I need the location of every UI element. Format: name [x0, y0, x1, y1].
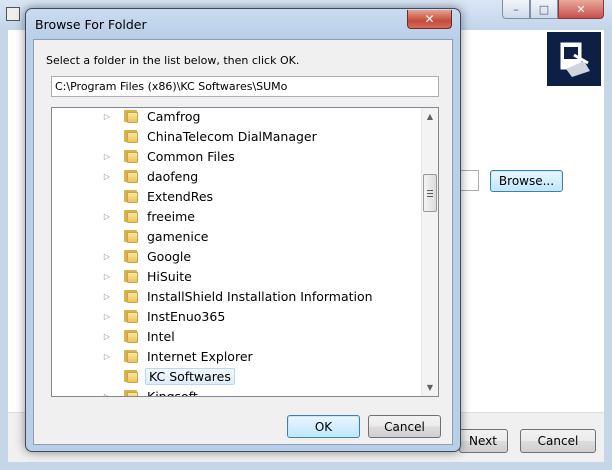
- dialog-title: Browse For Folder: [35, 17, 147, 32]
- browse-folder-dialog: Browse For Folder ✕ Select a folder in t…: [25, 8, 461, 452]
- folder-label: Camfrog: [147, 108, 201, 124]
- close-icon: ✕: [576, 2, 586, 16]
- expand-arrow-icon: [102, 226, 112, 246]
- folder-icon: [123, 249, 139, 263]
- folder-label: Intel: [147, 328, 175, 344]
- close-icon: ✕: [424, 12, 435, 26]
- folder-icon: [123, 289, 139, 303]
- minimize-button[interactable]: –: [502, 0, 530, 19]
- folder-tree-item[interactable]: KC Softwares: [52, 366, 422, 386]
- folder-tree-item[interactable]: gamenice: [52, 226, 422, 246]
- folder-label: Common Files: [147, 148, 235, 164]
- dialog-instruction: Select a folder in the list below, then …: [46, 54, 300, 67]
- folder-label: freeime: [147, 208, 195, 224]
- expand-arrow-icon: [102, 366, 112, 386]
- folder-icon: [123, 229, 139, 243]
- maximize-icon: □: [538, 2, 550, 16]
- dialog-body: Select a folder in the list below, then …: [33, 39, 453, 445]
- folder-tree[interactable]: ▷ Camfrog ChinaTelecom DialManager ▷ Common …: [51, 107, 439, 397]
- arrow-down-icon: ▼: [426, 383, 434, 392]
- folder-icon: [123, 169, 139, 183]
- browse-button[interactable]: Browse...: [490, 170, 563, 192]
- folder-label: HiSuite: [147, 268, 192, 284]
- expand-arrow-icon[interactable]: ▷: [102, 286, 112, 306]
- expand-arrow-icon[interactable]: ▷: [102, 108, 112, 126]
- folder-icon: [123, 309, 139, 323]
- folder-label: ChinaTelecom DialManager: [147, 128, 317, 144]
- folder-label: gamenice: [147, 228, 209, 244]
- folder-tree-item[interactable]: ExtendRes: [52, 186, 422, 206]
- folder-label: daofeng: [147, 168, 199, 184]
- folder-icon: [123, 109, 139, 123]
- installer-logo-icon: [560, 42, 590, 77]
- arrow-up-icon: ▲: [426, 112, 434, 121]
- next-button[interactable]: Next: [459, 429, 508, 453]
- expand-arrow-icon[interactable]: ▷: [102, 166, 112, 186]
- folder-icon: [123, 349, 139, 363]
- selected-path-field[interactable]: C:\Program Files (x86)\KC Softwares\SUMo: [51, 76, 439, 97]
- folder-icon: [123, 329, 139, 343]
- folder-label: Internet Explorer: [147, 348, 253, 364]
- folder-icon: [123, 209, 139, 223]
- folder-tree-item[interactable]: ▷ InstEnuo365: [52, 306, 422, 326]
- folder-label: KC Softwares: [145, 367, 235, 385]
- folder-label: Kingsoft: [147, 388, 198, 397]
- expand-arrow-icon[interactable]: ▷: [102, 386, 112, 397]
- maximize-button[interactable]: □: [530, 0, 558, 19]
- folder-tree-item[interactable]: ▷ freeime: [52, 206, 422, 226]
- folder-tree-item[interactable]: ▷ HiSuite: [52, 266, 422, 286]
- folder-label: Google: [147, 248, 192, 264]
- expand-arrow-icon: [102, 186, 112, 206]
- expand-arrow-icon[interactable]: ▷: [102, 146, 112, 166]
- folder-icon: [123, 189, 139, 203]
- expand-arrow-icon: [102, 126, 112, 146]
- tree-scrollbar[interactable]: ▲ ▼: [421, 108, 438, 396]
- installer-logo: [547, 32, 601, 86]
- ok-button[interactable]: OK: [287, 415, 360, 438]
- folder-icon: [123, 149, 139, 163]
- expand-arrow-icon[interactable]: ▷: [102, 246, 112, 266]
- folder-label: InstallShield Installation Information: [147, 288, 373, 304]
- expand-arrow-icon[interactable]: ▷: [102, 306, 112, 326]
- folder-tree-item[interactable]: ▷ daofeng: [52, 166, 422, 186]
- folder-icon: [123, 389, 139, 396]
- folder-label: ExtendRes: [147, 188, 214, 204]
- window-close-button[interactable]: ✕: [558, 0, 604, 19]
- expand-arrow-icon[interactable]: ▷: [102, 206, 112, 226]
- folder-label: InstEnuo365: [147, 308, 226, 324]
- app-icon: [6, 7, 20, 21]
- folder-icon: [123, 369, 139, 383]
- folder-tree-item[interactable]: ChinaTelecom DialManager: [52, 126, 422, 146]
- folder-tree-item[interactable]: ▷ Camfrog: [52, 108, 422, 126]
- installer-cancel-button[interactable]: Cancel: [520, 429, 596, 453]
- expand-arrow-icon[interactable]: ▷: [102, 346, 112, 366]
- folder-tree-item[interactable]: ▷ Internet Explorer: [52, 346, 422, 366]
- folder-icon: [123, 269, 139, 283]
- expand-arrow-icon[interactable]: ▷: [102, 266, 112, 286]
- folder-tree-item[interactable]: ▷ Google: [52, 246, 422, 266]
- folder-icon: [123, 129, 139, 143]
- scroll-down-button[interactable]: ▼: [422, 379, 438, 396]
- folder-tree-item[interactable]: ▷ Kingsoft: [52, 386, 422, 397]
- folder-tree-item[interactable]: ▷ InstallShield Installation Information: [52, 286, 422, 306]
- dialog-close-button[interactable]: ✕: [407, 10, 452, 29]
- scroll-up-button[interactable]: ▲: [422, 108, 438, 125]
- cancel-button[interactable]: Cancel: [368, 415, 441, 438]
- scroll-thumb[interactable]: [423, 174, 437, 212]
- folder-tree-item[interactable]: ▷ Intel: [52, 326, 422, 346]
- minimize-icon: –: [513, 2, 519, 16]
- expand-arrow-icon[interactable]: ▷: [102, 326, 112, 346]
- folder-tree-item[interactable]: ▷ Common Files: [52, 146, 422, 166]
